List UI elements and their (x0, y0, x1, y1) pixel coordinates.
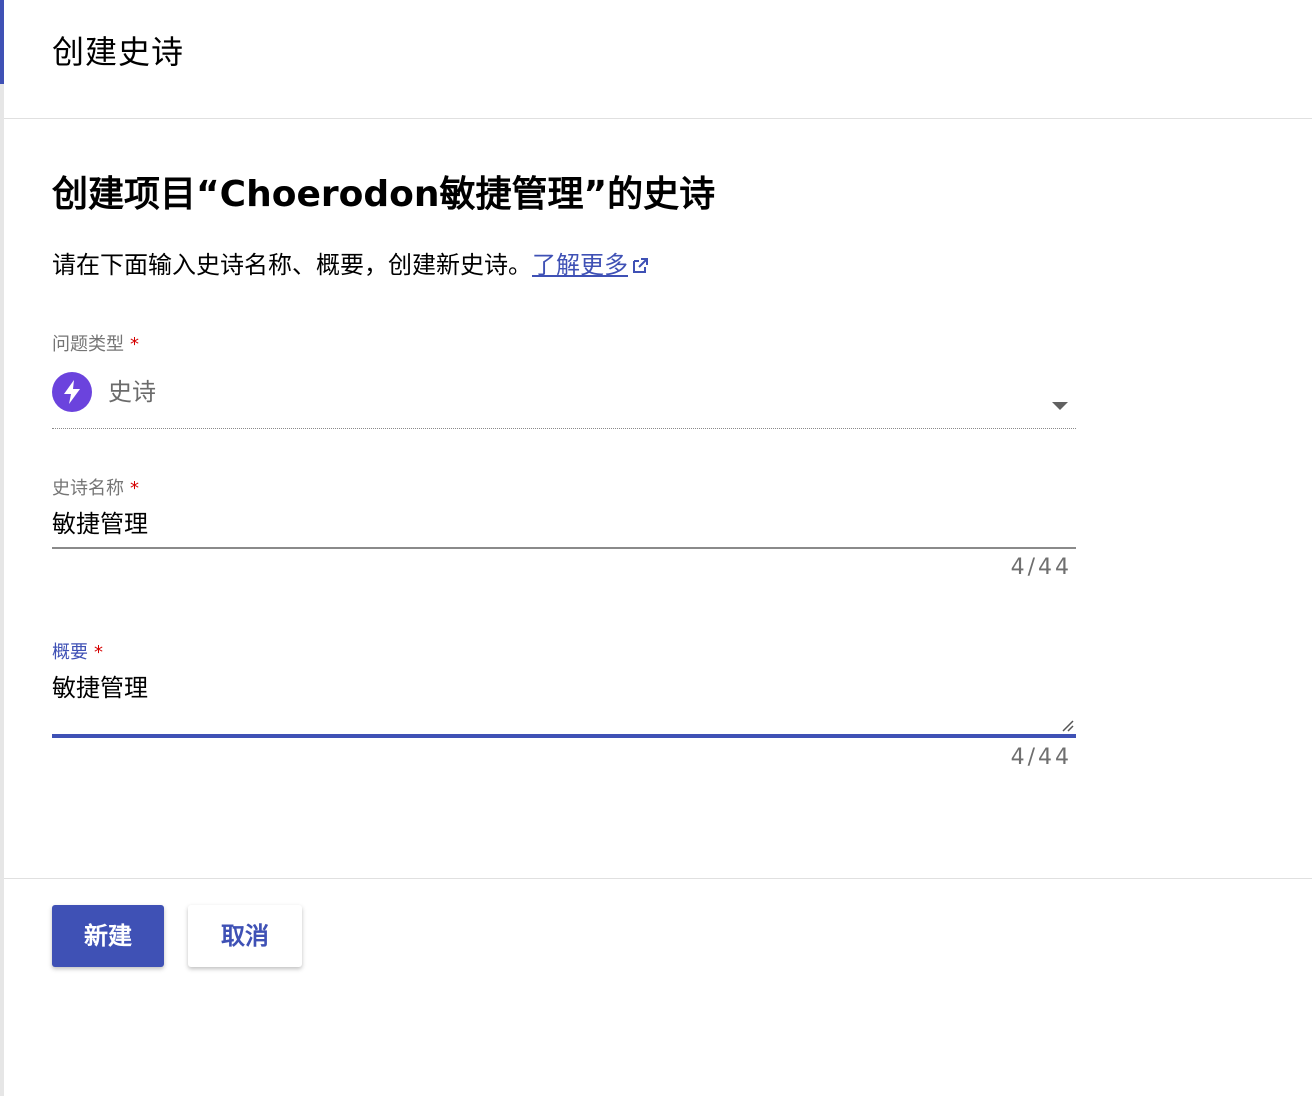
summary-textarea[interactable]: 敏捷管理 (52, 670, 1076, 738)
dropdown-arrow-icon (1052, 402, 1068, 410)
required-mark: * (130, 334, 139, 355)
summary-label: 概要 * (52, 641, 103, 665)
panel-title: 创建史诗 (52, 33, 185, 71)
intro-text: 请在下面输入史诗名称、概要，创建新史诗。 (52, 251, 532, 279)
issue-type-label-text: 问题类型 (52, 334, 124, 355)
issue-type-select[interactable]: 史诗 (52, 366, 1076, 429)
page-heading: 创建项目“Choerodon敏捷管理”的史诗 (52, 174, 716, 215)
required-mark: * (94, 642, 103, 663)
epic-name-value: 敏捷管理 (52, 510, 148, 538)
learn-more-label: 了解更多 (532, 251, 628, 279)
summary-value: 敏捷管理 (52, 674, 148, 702)
cancel-button[interactable]: 取消 (188, 905, 302, 967)
panel-header: 创建史诗 (4, 0, 1312, 119)
lightning-bolt-glyph (64, 380, 80, 404)
panel-footer: 新建 取消 (4, 878, 1312, 1097)
external-link-icon (633, 258, 648, 273)
intro-text-line: 请在下面输入史诗名称、概要，创建新史诗。了解更多 (52, 247, 650, 283)
create-epic-panel: 创建史诗 创建项目“Choerodon敏捷管理”的史诗 请在下面输入史诗名称、概… (4, 0, 1312, 1096)
required-mark: * (130, 478, 139, 499)
summary-counter: 4/44 (1010, 745, 1072, 770)
learn-more-link[interactable]: 了解更多 (532, 251, 650, 279)
create-button[interactable]: 新建 (52, 905, 164, 967)
lightning-bolt-icon (52, 372, 92, 412)
issue-type-label: 问题类型 * (52, 333, 139, 357)
epic-name-label: 史诗名称 * (52, 477, 139, 501)
summary-label-text: 概要 (52, 642, 88, 663)
resize-handle-icon[interactable] (1060, 718, 1074, 732)
epic-name-input[interactable]: 敏捷管理 (52, 506, 1076, 549)
epic-name-counter: 4/44 (1010, 555, 1072, 580)
issue-type-value: 史诗 (108, 378, 156, 406)
epic-name-label-text: 史诗名称 (52, 478, 124, 499)
